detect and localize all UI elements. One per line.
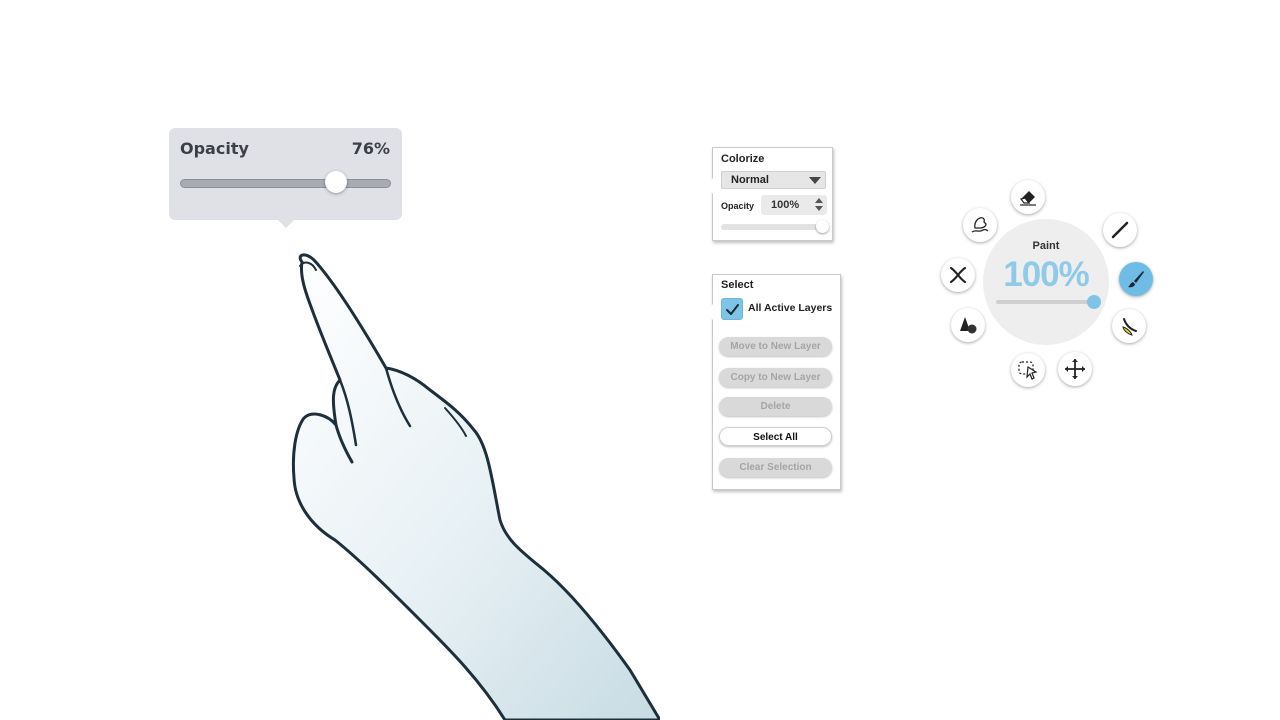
chevron-down-icon <box>809 177 821 184</box>
blend-mode-dropdown[interactable]: Normal <box>721 171 826 189</box>
stepper-down-icon[interactable] <box>815 206 823 211</box>
eraser-tool-button[interactable] <box>1011 180 1045 214</box>
line-tool-button[interactable] <box>1103 213 1137 247</box>
stepper-up-icon[interactable] <box>815 198 823 203</box>
eraser-icon <box>1019 191 1036 206</box>
select-all-button[interactable]: Select All <box>719 427 832 446</box>
opacity-value: 76% <box>351 139 390 158</box>
delete-button[interactable]: Delete <box>719 397 832 416</box>
opacity-tooltip: Opacity 76% <box>169 128 402 228</box>
tool-mode-label: Paint <box>1032 240 1060 252</box>
shapes-icon <box>960 317 977 334</box>
fill-icon <box>1122 318 1137 336</box>
smudge-tool-button[interactable] <box>963 208 997 242</box>
tool-size-slider[interactable] <box>996 300 1094 304</box>
colorize-opacity-stepper[interactable]: 100% <box>761 195 827 215</box>
panel-pointer <box>705 304 713 320</box>
shapes-tool-button[interactable] <box>951 308 985 342</box>
colorize-opacity-label: Opacity <box>721 201 755 211</box>
tool-size-slider-thumb[interactable] <box>1087 295 1101 309</box>
colorize-opacity-slider-thumb[interactable] <box>816 220 829 233</box>
all-active-layers-label: All Active Layers <box>748 302 833 314</box>
move-to-new-layer-button[interactable]: Move to New Layer <box>719 337 832 356</box>
tool-size-value: 100% <box>1003 255 1090 294</box>
symmetry-tool-button[interactable] <box>941 258 975 292</box>
colorize-opacity-slider[interactable] <box>721 224 823 230</box>
select-panel: Select All Active Layers Move to New Lay… <box>705 274 841 490</box>
opacity-slider-thumb[interactable] <box>325 171 348 193</box>
symmetry-icon <box>949 266 967 284</box>
clear-selection-button[interactable]: Clear Selection <box>719 458 832 477</box>
fill-tool-button[interactable] <box>1112 309 1146 343</box>
colorize-panel: Colorize Normal Opacity 100% <box>705 147 833 241</box>
select-title: Select <box>721 279 754 291</box>
selection-tool-button[interactable] <box>1011 353 1045 387</box>
tool-wheel-center: Paint 100% <box>983 219 1109 345</box>
line-icon <box>1111 221 1129 239</box>
move-icon <box>1065 359 1085 379</box>
opacity-slider-track[interactable] <box>180 179 391 188</box>
colorize-title: Colorize <box>721 153 765 165</box>
selection-icon <box>1018 361 1038 380</box>
brush-icon <box>1128 271 1144 288</box>
move-tool-button[interactable] <box>1058 352 1092 386</box>
panel-pointer <box>705 178 713 194</box>
checkmark-icon <box>726 304 739 315</box>
smudge-icon <box>971 217 989 233</box>
copy-to-new-layer-button[interactable]: Copy to New Layer <box>719 368 832 387</box>
all-active-layers-checkbox[interactable] <box>721 298 743 320</box>
pointing-hand-illustration <box>291 253 660 720</box>
opacity-label: Opacity <box>180 139 249 158</box>
colorize-opacity-value: 100% <box>771 199 800 211</box>
brush-tool-button[interactable] <box>1119 262 1153 296</box>
blend-mode-value: Normal <box>731 174 769 186</box>
